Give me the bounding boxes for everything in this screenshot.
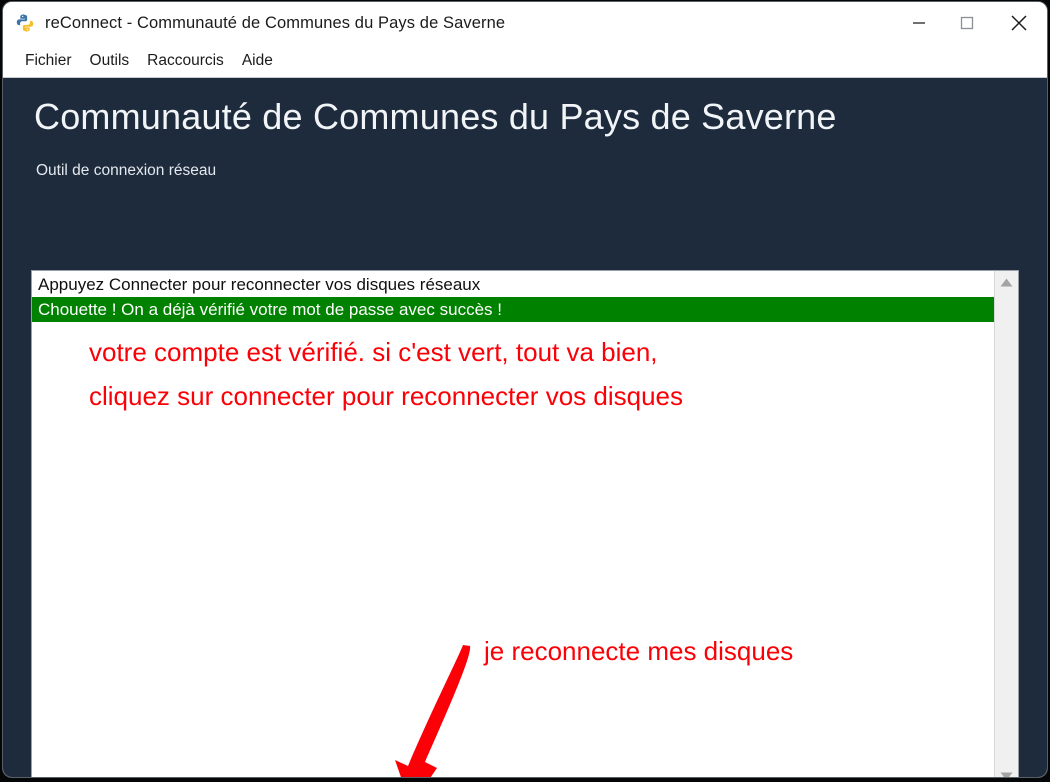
log-list[interactable]: Appuyez Connecter pour reconnecter vos d… <box>32 271 994 777</box>
scroll-down-button[interactable] <box>995 765 1019 777</box>
scrollbar-track[interactable] <box>995 293 1018 765</box>
minimize-icon <box>913 22 925 24</box>
list-item[interactable]: Appuyez Connecter pour reconnecter vos d… <box>32 272 994 297</box>
scroll-up-button[interactable] <box>995 271 1019 293</box>
menu-item-aide[interactable]: Aide <box>233 50 282 72</box>
menu-item-outils[interactable]: Outils <box>81 50 139 72</box>
menu-item-raccourcis[interactable]: Raccourcis <box>138 50 233 72</box>
log-panel: Appuyez Connecter pour reconnecter vos d… <box>31 270 1019 777</box>
maximize-icon <box>960 16 974 30</box>
python-logo-icon <box>16 14 34 32</box>
menu-item-fichier[interactable]: Fichier <box>16 50 81 72</box>
minimize-button[interactable] <box>895 2 943 44</box>
list-item[interactable]: Chouette ! On a déjà vérifié votre mot d… <box>32 297 994 322</box>
maximize-button[interactable] <box>943 2 991 44</box>
client-area: Communauté de Communes du Pays de Savern… <box>3 78 1047 777</box>
menu-bar: Fichier Outils Raccourcis Aide <box>3 44 1047 78</box>
window-title: reConnect - Communauté de Communes du Pa… <box>45 13 506 32</box>
caret-up-icon <box>1000 278 1013 286</box>
log-scrollbar[interactable] <box>994 271 1018 777</box>
close-icon <box>1011 15 1027 31</box>
page-subtitle: Outil de connexion réseau <box>36 162 217 179</box>
caret-down-icon <box>1000 772 1013 777</box>
desktop-backdrop: reConnect - Communauté de Communes du Pa… <box>0 0 1050 782</box>
title-bar: reConnect - Communauté de Communes du Pa… <box>3 2 1047 44</box>
close-button[interactable] <box>991 2 1047 44</box>
application-window: reConnect - Communauté de Communes du Pa… <box>3 2 1047 777</box>
page-title: Communauté de Communes du Pays de Savern… <box>34 96 837 137</box>
